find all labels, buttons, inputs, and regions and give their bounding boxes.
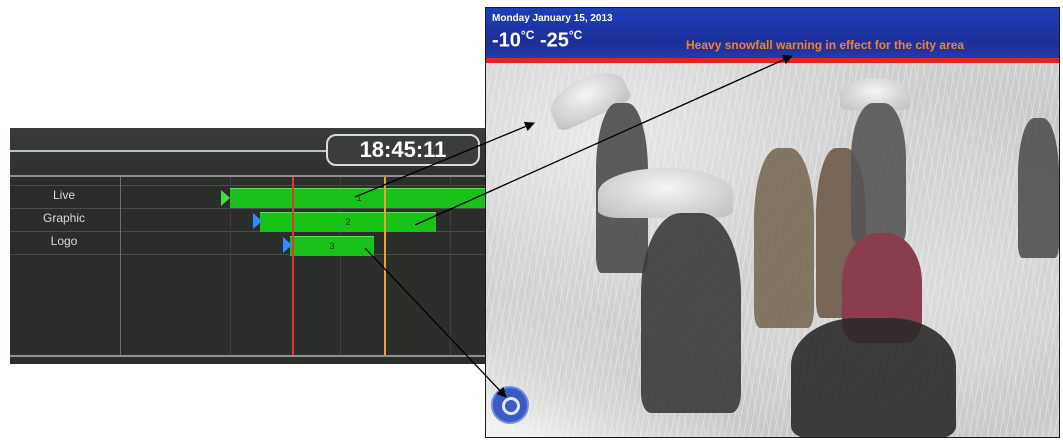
playhead[interactable] bbox=[292, 177, 294, 355]
clip-graphic[interactable]: 2 bbox=[260, 212, 436, 232]
timeline-footer-line bbox=[10, 355, 488, 357]
date-text: Monday January 15, 2013 bbox=[492, 13, 613, 24]
temp-unit: °C bbox=[568, 28, 583, 42]
logo-ring bbox=[502, 397, 520, 415]
track-divider bbox=[10, 185, 488, 186]
program-preview: Monday January 15, 2013 -10°C -25°C Heav… bbox=[485, 7, 1060, 438]
temp-high: -25 bbox=[539, 29, 569, 52]
pedestrian bbox=[754, 148, 814, 328]
cue-marker[interactable] bbox=[384, 177, 386, 355]
clip-start-marker-icon[interactable] bbox=[253, 213, 262, 229]
clip-start-marker-icon[interactable] bbox=[283, 237, 292, 253]
header-rule bbox=[486, 58, 1059, 63]
track-label-logo[interactable]: Logo bbox=[10, 231, 118, 251]
pedestrian bbox=[791, 318, 956, 437]
track-divider bbox=[10, 208, 488, 209]
label-column-divider bbox=[120, 177, 121, 355]
temp-unit: °C bbox=[520, 28, 535, 42]
station-logo-icon bbox=[491, 386, 529, 424]
track-divider bbox=[10, 254, 488, 255]
clip-start-marker-icon[interactable] bbox=[221, 190, 230, 206]
timeline-panel: 18:45:11 Live Graphic Logo 1 2 3 bbox=[10, 128, 488, 364]
pedestrian bbox=[1018, 118, 1059, 258]
clip-label: 3 bbox=[329, 241, 335, 251]
pedestrian bbox=[641, 213, 741, 413]
clip-live[interactable]: 1 bbox=[230, 188, 488, 208]
timecode-display: 18:45:11 bbox=[326, 134, 480, 166]
temperature-readout: -10°C -25°C bbox=[492, 28, 582, 53]
clip-logo[interactable]: 3 bbox=[290, 236, 374, 256]
clip-label: 2 bbox=[345, 217, 351, 227]
timeline-ruler bbox=[10, 150, 350, 152]
ticker-text: Heavy snowfall warning in effect for the… bbox=[686, 38, 965, 52]
clip-label: 1 bbox=[356, 193, 362, 203]
track-label-graphic[interactable]: Graphic bbox=[10, 208, 118, 228]
pedestrian bbox=[851, 103, 906, 243]
umbrella bbox=[598, 168, 733, 218]
temp-low: -10 bbox=[492, 29, 521, 52]
track-label-column: Live Graphic Logo bbox=[10, 177, 120, 357]
track-label-live[interactable]: Live bbox=[10, 185, 118, 205]
